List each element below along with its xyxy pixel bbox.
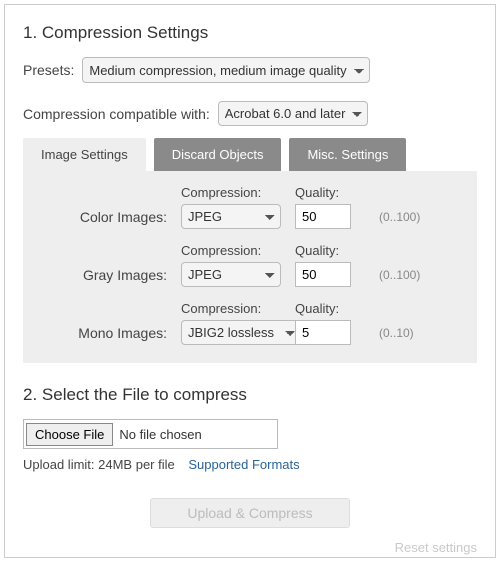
- quality-header: Quality:: [295, 185, 365, 200]
- image-settings-panel: Compression: Quality: Color Images: JPEG…: [23, 171, 477, 363]
- upload-limit-text: Upload limit: 24MB per file: [23, 457, 175, 472]
- tab-discard-objects[interactable]: Discard Objects: [154, 138, 282, 171]
- gray-quality-range: (0..100): [379, 268, 439, 282]
- file-input-wrapper[interactable]: Choose File No file chosen: [23, 419, 278, 449]
- file-placeholder: No file chosen: [119, 427, 201, 442]
- gray-compression-select[interactable]: JPEG: [181, 262, 281, 287]
- color-compression-select[interactable]: JPEG: [181, 204, 281, 229]
- presets-label: Presets:: [23, 62, 74, 78]
- compat-label: Compression compatible with:: [23, 106, 210, 122]
- step1-heading: 1. Compression Settings: [23, 23, 477, 43]
- mono-quality-range: (0..10): [379, 326, 439, 340]
- mono-quality-input[interactable]: [295, 320, 351, 345]
- compression-header: Compression:: [181, 185, 281, 200]
- color-quality-input[interactable]: [295, 204, 351, 229]
- mono-images-label: Mono Images:: [37, 325, 167, 341]
- compat-select[interactable]: Acrobat 6.0 and later: [218, 101, 368, 126]
- tab-misc-settings[interactable]: Misc. Settings: [289, 138, 406, 171]
- color-quality-range: (0..100): [379, 210, 439, 224]
- presets-select[interactable]: Medium compression, medium image quality: [82, 57, 370, 83]
- gray-images-label: Gray Images:: [37, 267, 167, 283]
- color-images-label: Color Images:: [37, 209, 167, 225]
- choose-file-button[interactable]: Choose File: [26, 423, 113, 446]
- upload-compress-button[interactable]: Upload & Compress: [150, 498, 350, 528]
- mono-compression-select[interactable]: JBIG2 lossless: [181, 320, 301, 345]
- tab-image-settings[interactable]: Image Settings: [23, 138, 146, 171]
- gray-quality-input[interactable]: [295, 262, 351, 287]
- step2-heading: 2. Select the File to compress: [23, 385, 477, 405]
- supported-formats-link[interactable]: Supported Formats: [188, 457, 299, 472]
- reset-settings-link[interactable]: Reset settings: [23, 540, 477, 555]
